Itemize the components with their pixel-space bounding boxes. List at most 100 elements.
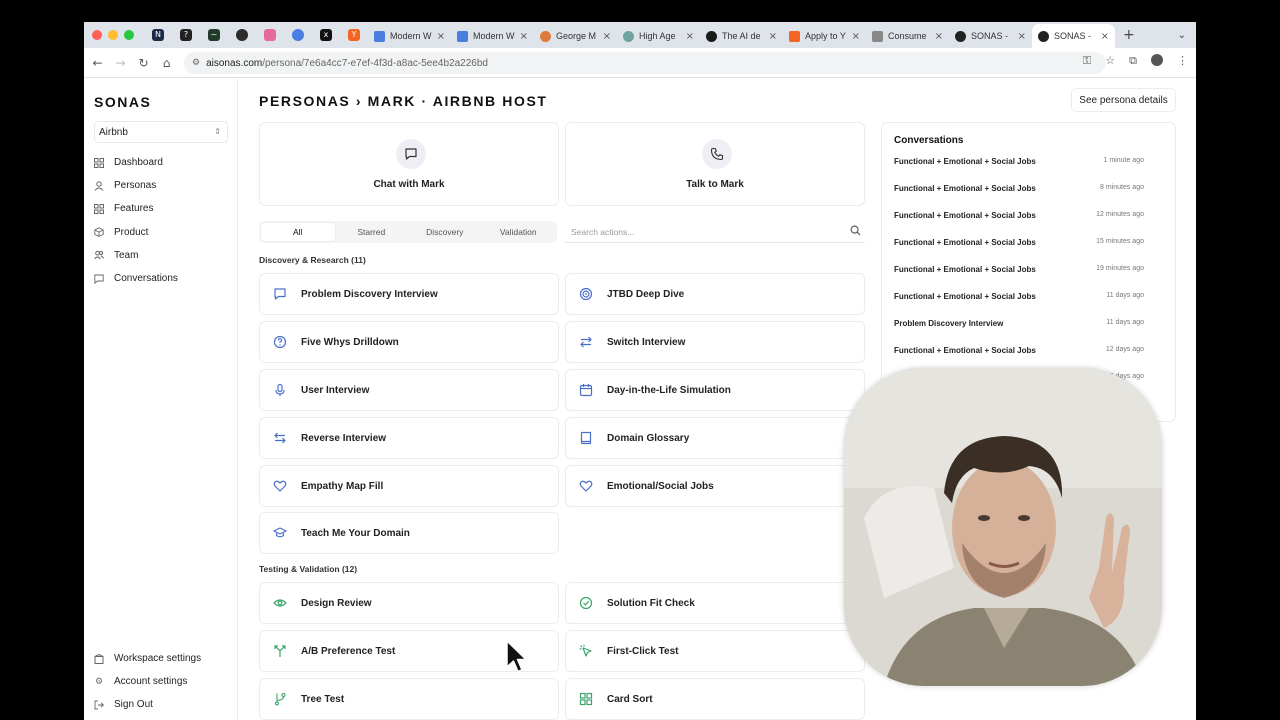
back-arrow-icon[interactable]: ←	[86, 56, 109, 70]
conversation-row[interactable]: Functional + Emotional + Social Jobs 8 mi…	[894, 184, 1144, 193]
sidebar-item-features[interactable]: Features	[84, 197, 238, 220]
monitor-icon	[872, 30, 883, 42]
action-card[interactable]: Emotional/Social Jobs	[565, 465, 865, 507]
close-tab-icon[interactable]: ×	[1018, 31, 1026, 42]
sidebar-item-product[interactable]: Product	[84, 221, 238, 244]
pinned-tab[interactable]: ?	[172, 22, 200, 48]
close-tab-icon[interactable]: ×	[852, 31, 860, 42]
check-circle-icon	[579, 596, 593, 610]
sidebar-item-account-settings[interactable]: ⚙ Account settings	[84, 670, 238, 693]
conversation-row[interactable]: Functional + Emotional + Social Jobs 12 m…	[894, 211, 1144, 220]
search-icon[interactable]	[850, 225, 861, 238]
search-input[interactable]: Search actions...	[565, 221, 865, 243]
browser-tab[interactable]: Modern W ×	[368, 24, 451, 48]
tab-search-chevron-icon[interactable]: ⌄	[1178, 30, 1186, 41]
close-tab-icon[interactable]: ×	[686, 31, 694, 42]
microphone-icon	[273, 383, 287, 397]
pinned-tab[interactable]	[256, 22, 284, 48]
workspace-select[interactable]: Airbnb ⇕	[94, 121, 228, 143]
action-card[interactable]: Card Sort	[565, 678, 865, 720]
url-field[interactable]: ⚙ aisonas.com/persona/7e6a4cc7-e7ef-4f3d…	[184, 52, 1106, 74]
browser-tab-active[interactable]: SONAS - ×	[1032, 24, 1115, 48]
conversation-row[interactable]: Functional + Emotional + Social Jobs 1 mi…	[894, 157, 1144, 166]
close-tab-icon[interactable]: ×	[1101, 31, 1109, 42]
pinned-tab[interactable]: Y	[340, 22, 368, 48]
pinned-tab[interactable]: ~	[200, 22, 228, 48]
conversations-title: Conversations	[894, 135, 964, 146]
action-card[interactable]: Five Whys Drilldown	[259, 321, 559, 363]
pinned-tab[interactable]: N	[144, 22, 172, 48]
webcam-overlay	[844, 368, 1162, 686]
browser-tab[interactable]: Modern W ×	[451, 24, 534, 48]
close-tab-icon[interactable]: ×	[935, 31, 943, 42]
tab-all[interactable]: All	[261, 223, 335, 241]
site-settings-icon[interactable]: ⚙	[192, 58, 200, 68]
action-card[interactable]: Reverse Interview	[259, 417, 559, 459]
close-tab-icon[interactable]: ×	[603, 31, 611, 42]
action-card[interactable]: Solution Fit Check	[565, 582, 865, 624]
calendar-icon	[579, 383, 593, 397]
browser-tab[interactable]: Consume ×	[866, 24, 949, 48]
action-card[interactable]: Design Review	[259, 582, 559, 624]
sidebar-item-dashboard[interactable]: Dashboard	[84, 151, 238, 174]
sidebar-item-team[interactable]: Team	[84, 244, 238, 267]
action-card[interactable]: User Interview	[259, 369, 559, 411]
heart-icon	[273, 479, 287, 493]
more-menu-icon[interactable]: ⋮	[1177, 54, 1188, 68]
action-card[interactable]: Problem Discovery Interview	[259, 273, 559, 315]
sign-out-icon	[94, 700, 104, 710]
pinned-tab[interactable]	[284, 22, 312, 48]
zoom-window-button[interactable]	[124, 30, 134, 40]
sidebar-item-sign-out[interactable]: Sign Out	[84, 693, 238, 716]
action-card[interactable]: First-Click Test	[565, 630, 865, 672]
action-card[interactable]: Teach Me Your Domain	[259, 512, 559, 554]
home-icon[interactable]: ⌂	[155, 56, 178, 70]
action-card[interactable]: JTBD Deep Dive	[565, 273, 865, 315]
action-card[interactable]: Empathy Map Fill	[259, 465, 559, 507]
close-tab-icon[interactable]: ×	[520, 31, 528, 42]
conversation-row[interactable]: Problem Discovery Interview 11 days ago	[894, 319, 1144, 328]
new-tab-icon[interactable]: +	[1123, 27, 1135, 43]
forward-arrow-icon[interactable]: →	[109, 56, 132, 70]
browser-tab[interactable]: The AI de ×	[700, 24, 783, 48]
mouse-cursor-icon	[506, 640, 528, 679]
conversation-row[interactable]: Functional + Emotional + Social Jobs 11 d…	[894, 292, 1144, 301]
chat-with-persona-card[interactable]: Chat with Mark	[259, 122, 559, 206]
browser-tab[interactable]: Apply to Y ×	[783, 24, 866, 48]
sidebar-item-workspace-settings[interactable]: Workspace settings	[84, 647, 238, 670]
close-tab-icon[interactable]: ×	[769, 31, 777, 42]
sidebar: SONAS Airbnb ⇕ Dashboard Personas Featur…	[84, 78, 238, 720]
browser-tab[interactable]: High Age ×	[617, 24, 700, 48]
talk-to-persona-card[interactable]: Talk to Mark	[565, 122, 865, 206]
key-icon[interactable]: ⚿	[1083, 54, 1091, 68]
browser-tab[interactable]: George M ×	[534, 24, 617, 48]
conversation-row[interactable]: Functional + Emotional + Social Jobs 15 m…	[894, 238, 1144, 247]
person-icon	[94, 181, 104, 191]
sidebar-item-personas[interactable]: Personas	[84, 174, 238, 197]
action-card[interactable]: Tree Test	[259, 678, 559, 720]
activity-icon: ~	[208, 29, 220, 41]
close-window-button[interactable]	[92, 30, 102, 40]
target-icon	[579, 287, 593, 301]
pinned-tab[interactable]	[228, 22, 256, 48]
pinned-tab[interactable]: x	[312, 22, 340, 48]
reload-icon[interactable]: ↻	[132, 56, 155, 70]
conversation-row[interactable]: Functional + Emotional + Social Jobs 12 d…	[894, 346, 1144, 355]
conversation-row[interactable]: Functional + Emotional + Social Jobs 19 m…	[894, 265, 1144, 274]
minimize-window-button[interactable]	[108, 30, 118, 40]
action-card[interactable]: Domain Glossary	[565, 417, 865, 459]
extensions-icon[interactable]: ⧉	[1129, 54, 1137, 68]
tab-starred[interactable]: Starred	[335, 223, 409, 241]
bookmark-star-icon[interactable]: ☆	[1105, 54, 1115, 68]
profile-avatar-icon[interactable]	[1151, 54, 1163, 66]
sidebar-item-conversations[interactable]: Conversations	[84, 267, 238, 290]
gear-icon: ⚙	[94, 676, 104, 687]
app-icon: ?	[180, 29, 192, 41]
action-card[interactable]: Day-in-the-Life Simulation	[565, 369, 865, 411]
tab-discovery[interactable]: Discovery	[408, 223, 482, 241]
see-persona-details-button[interactable]: See persona details	[1071, 88, 1176, 112]
close-tab-icon[interactable]: ×	[437, 31, 445, 42]
action-card[interactable]: Switch Interview	[565, 321, 865, 363]
tab-validation[interactable]: Validation	[482, 223, 556, 241]
browser-tab[interactable]: SONAS - ×	[949, 24, 1032, 48]
